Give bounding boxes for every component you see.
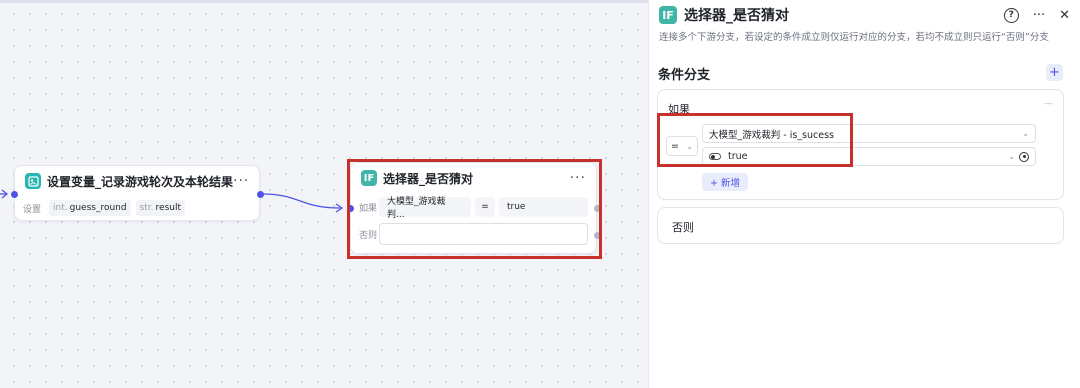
condition-operator: =	[475, 197, 495, 217]
selector-node[interactable]: IF 选择器_是否猜对 ··· 如果 大模型_游戏裁判... = true 否则	[347, 162, 601, 254]
selector-if-output-port[interactable]	[594, 205, 601, 212]
variable-node-title: 设置变量_记录游戏轮次及本轮结果	[47, 174, 234, 189]
selector-if-condition[interactable]: 大模型_游戏裁判... = true	[379, 197, 588, 220]
workflow-canvas[interactable]: 设置变量_记录游戏轮次及本轮结果 ··· 设置 int. guess_round …	[0, 0, 648, 388]
variable-node-input-port[interactable]	[11, 191, 18, 198]
if-icon: IF	[361, 170, 377, 186]
selector-node-title: 选择器_是否猜对	[383, 171, 474, 186]
condition-right: true	[499, 197, 588, 217]
panel-description: 连接多个下游分支，若设定的条件成立则仅运行对应的分支，若均不成立则只运行“否则”…	[659, 32, 1049, 43]
variable-chip: int. guess_round	[49, 200, 131, 216]
add-branch-button[interactable]: +	[1046, 64, 1063, 81]
help-icon[interactable]: ?	[1003, 7, 1019, 23]
edge-variable-to-selector	[261, 193, 341, 209]
selector-else-output-port[interactable]	[594, 232, 601, 239]
selector-else-box[interactable]	[379, 223, 588, 245]
if-icon: IF	[659, 6, 677, 24]
variable-node-output-port[interactable]	[257, 191, 264, 198]
variable-node[interactable]: 设置变量_记录游戏轮次及本轮结果 ··· 设置 int. guess_round …	[11, 165, 264, 221]
selector-node-more-icon[interactable]: ···	[570, 170, 586, 186]
panel-title[interactable]: 选择器_是否猜对	[684, 5, 789, 25]
more-icon[interactable]: ···	[1033, 8, 1045, 23]
variable-reference-icon[interactable]	[1019, 151, 1029, 162]
add-condition-button[interactable]: + 新增	[702, 173, 748, 191]
operator-select[interactable]: = ⌄	[666, 136, 698, 156]
selector-else-label: 否则	[359, 230, 378, 241]
collapse-icon[interactable]: —	[1044, 99, 1053, 109]
variable-chip: str. result	[135, 200, 186, 216]
selector-if-label: 如果	[359, 203, 378, 214]
variable-set-label: 设置	[23, 204, 42, 215]
left-value-select[interactable]: 大模型_游戏裁判 - is_sucess ⌄	[702, 124, 1036, 143]
variable-node-more-icon[interactable]: ···	[233, 173, 249, 189]
selector-node-input-port[interactable]	[347, 205, 354, 212]
variable-icon	[25, 173, 41, 189]
if-branch-card: 如果 — = ⌄ 大模型_游戏裁判 - is_sucess ⌄ true ⌄ + 新增	[657, 89, 1064, 200]
else-branch-card: 否则	[657, 207, 1064, 244]
toggle-icon[interactable]	[709, 153, 721, 160]
else-branch-label: 否则	[672, 221, 694, 234]
condition-left: 大模型_游戏裁判...	[379, 197, 471, 220]
section-title-branches: 条件分支	[658, 68, 711, 83]
right-value-select[interactable]: true ⌄	[702, 147, 1036, 166]
close-icon[interactable]: ✕	[1059, 8, 1070, 23]
if-branch-label: 如果	[668, 103, 690, 116]
